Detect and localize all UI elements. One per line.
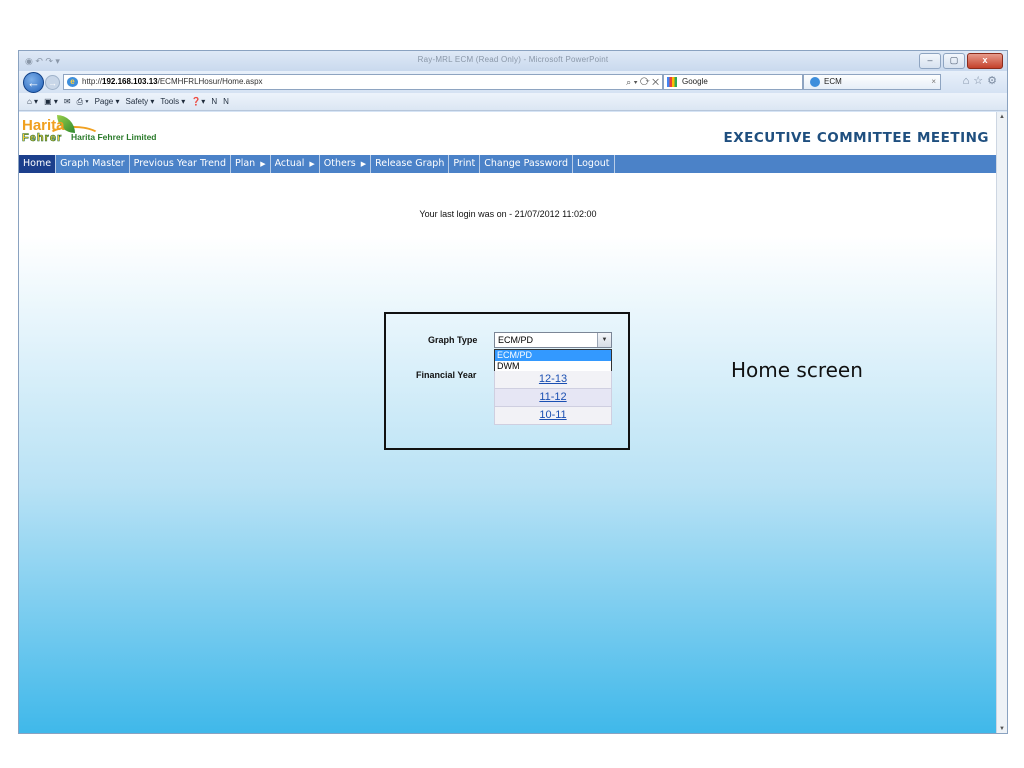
menu-item-change-password[interactable]: Change Password (480, 155, 573, 173)
command-item[interactable]: N (223, 97, 229, 106)
title-bar: ◉ ↶ ↷ ▾ Ray-MRL ECM (Read Only) - Micros… (19, 51, 1007, 71)
minimize-button[interactable]: – (919, 53, 941, 69)
scroll-down-icon[interactable]: ▼ (999, 726, 1005, 732)
maximize-button[interactable]: ▢ (943, 53, 965, 69)
menu-item-label: Logout (576, 158, 610, 169)
back-arrow-icon[interactable]: ← (23, 72, 44, 93)
menu-item-others[interactable]: Others ▶ (320, 155, 372, 173)
navigation-bar: ← → e http://192.168.103.13/ECMHFRLHosur… (19, 71, 1007, 93)
close-button[interactable]: x (967, 53, 1003, 69)
menu-item-label: Others (323, 158, 356, 169)
menu-item-label: Previous Year Trend (133, 158, 226, 169)
menu-item-actual[interactable]: Actual ▶ (271, 155, 320, 173)
financial-year-link[interactable]: 10-11 (494, 407, 612, 425)
logo-bottom: Fehrer (22, 132, 63, 145)
window-title: Ray-MRL ECM (Read Only) - Microsoft Powe… (417, 55, 609, 64)
ie-icon (810, 77, 820, 87)
command-bar: ⌂ ▾ ▣ ▾ ✉ ⎙ ▾ Page ▾ Safety ▾ Tools ▾ ❓▾ N N (19, 93, 1007, 111)
address-tools[interactable]: ⌕ ▾ ⟳ ✕ (626, 75, 659, 89)
command-item[interactable]: ❓▾ (191, 97, 205, 106)
google-icon (667, 77, 677, 87)
command-item[interactable]: N (211, 97, 217, 106)
home-star-gear-icons[interactable]: ⌂☆⚙ (963, 74, 1001, 87)
menu-item-print[interactable]: Print (449, 155, 481, 173)
tab-google-label: Google (682, 77, 708, 86)
graph-selection-panel: Graph Type ECM/PD ▼ ECM/PD DWM Financial … (384, 312, 630, 450)
submenu-arrow-icon: ▶ (360, 160, 367, 168)
command-item[interactable]: Tools ▾ (160, 97, 185, 106)
chevron-down-icon[interactable]: ▼ (597, 333, 611, 347)
menu-item-previous-year-trend[interactable]: Previous Year Trend (130, 155, 231, 173)
page-title: EXECUTIVE COMMITTEE MEETING (723, 130, 989, 146)
menu-item-label: Release Graph (375, 158, 445, 169)
tab-ecm-label: ECM (824, 77, 842, 86)
command-item[interactable]: ▣ ▾ (44, 97, 58, 106)
graph-type-select[interactable]: ECM/PD ▼ (494, 332, 612, 348)
menu-item-label: Print (453, 158, 476, 169)
address-bar[interactable]: e http://192.168.103.13/ECMHFRLHosur/Hom… (63, 74, 663, 90)
tab-ecm[interactable]: ECM × (803, 74, 941, 90)
menu-item-logout[interactable]: Logout (573, 155, 615, 173)
web-page: Harita Fehrer Harita Fehrer Limited EXEC… (19, 112, 997, 733)
tab-google[interactable]: Google (663, 74, 803, 90)
menu-item-label: Actual (274, 158, 305, 169)
url-host: 192.168.103.13 (102, 77, 158, 86)
menu-item-label: Change Password (484, 158, 568, 169)
dropdown-option[interactable]: ECM/PD (495, 350, 611, 361)
submenu-arrow-icon: ▶ (260, 160, 266, 168)
main-menu: Home Graph Master Previous Year Trend Plan ▶… (19, 155, 997, 173)
slide-caption: Home screen (731, 358, 863, 382)
company-name: Harita Fehrer Limited (71, 132, 157, 142)
financial-year-link[interactable]: 12-13 (494, 371, 612, 389)
vertical-scrollbar[interactable]: ▲ ▼ (996, 112, 1007, 733)
ie-icon: e (67, 77, 78, 87)
menu-item-plan[interactable]: Plan ▶ (231, 155, 271, 173)
financial-year-list: 12-13 11-12 10-11 (494, 371, 612, 425)
financial-year-link[interactable]: 11-12 (494, 389, 612, 407)
command-item[interactable]: Safety ▾ (125, 97, 154, 106)
command-item[interactable]: ⎙ ▾ (77, 97, 89, 106)
slide: ◉ ↶ ↷ ▾ Ray-MRL ECM (Read Only) - Micros… (0, 0, 1024, 768)
tab-close-icon[interactable]: × (931, 75, 936, 89)
menu-item-release-graph[interactable]: Release Graph (371, 155, 450, 173)
menu-item-label: Graph Master (60, 158, 125, 169)
browser-window: ◉ ↶ ↷ ▾ Ray-MRL ECM (Read Only) - Micros… (18, 50, 1008, 734)
scroll-up-icon[interactable]: ▲ (999, 114, 1005, 120)
last-login-text: Your last login was on - 21/07/2012 11:0… (419, 209, 597, 219)
url-prefix: http:// (82, 77, 103, 86)
command-item[interactable]: ⌂ ▾ (27, 97, 38, 106)
submenu-arrow-icon: ▶ (309, 160, 315, 168)
graph-type-value: ECM/PD (498, 335, 534, 345)
url-path: /ECMHFRLHosur/Home.aspx (157, 77, 263, 86)
menu-item-home[interactable]: Home (19, 155, 57, 173)
graph-type-dropdown: ECM/PD DWM (494, 349, 612, 373)
command-item[interactable]: Page ▾ (95, 97, 120, 106)
menu-item-graph-master[interactable]: Graph Master (56, 155, 130, 173)
logo: Harita Fehrer (22, 118, 65, 145)
site-header: Harita Fehrer Harita Fehrer Limited EXEC… (19, 112, 997, 154)
forward-arrow-icon[interactable]: → (45, 75, 60, 90)
graph-type-label: Graph Type (428, 335, 478, 345)
command-item[interactable]: ✉ (64, 97, 71, 106)
financial-year-label: Financial Year (416, 370, 477, 380)
menu-item-label: Home (23, 158, 52, 169)
menu-item-label: Plan (234, 158, 256, 169)
